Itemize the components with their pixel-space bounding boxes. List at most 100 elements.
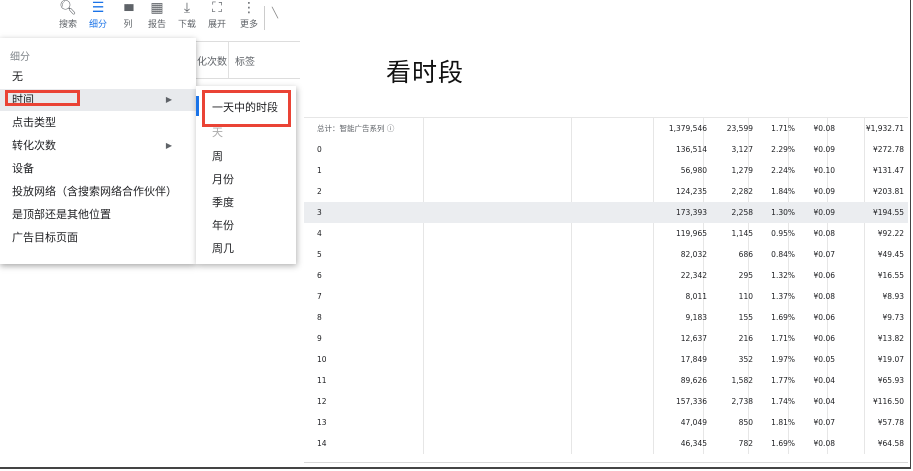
table-row[interactable]: 3 173,393 2,258 1.30% ¥0.09 ¥194.55 — [304, 202, 908, 223]
submenu-item-week[interactable]: 周 — [212, 148, 223, 164]
clicks-cell: 1,582 — [731, 376, 753, 385]
impr-cell: 89,626 — [680, 376, 707, 385]
segment-icon: ☰ — [91, 0, 105, 16]
hour-cell: 12 — [317, 397, 327, 406]
table-row[interactable]: 14 46,345 782 1.69% ¥0.08 ¥64.58 — [304, 433, 908, 454]
chevron-right-icon: ▶ — [165, 141, 172, 150]
ctr-cell: 1.71% — [771, 124, 795, 133]
clicks-cell: 1,145 — [731, 229, 753, 238]
impr-cell: 47,049 — [680, 418, 707, 427]
impr-cell: 173,393 — [675, 208, 707, 217]
submenu-item-year[interactable]: 年份 — [212, 217, 234, 233]
menu-item-top-vs-other[interactable]: 是顶部还是其他位置 — [0, 204, 196, 226]
table-row[interactable]: 10 17,849 352 1.97% ¥0.05 ¥19.07 — [304, 349, 908, 370]
cpc-cell: ¥0.04 — [813, 376, 835, 385]
download-button[interactable]: ⤓ 下载 — [171, 0, 203, 31]
submenu-item-month[interactable]: 月份 — [212, 171, 234, 187]
report-button[interactable]: ▦ 报告 — [141, 0, 173, 31]
clicks-cell: 216 — [738, 334, 753, 343]
hour-cell: 1 — [317, 166, 322, 175]
hour-cell: 14 — [317, 439, 327, 448]
clicks-cell: 850 — [738, 418, 753, 427]
table-row[interactable]: 1 56,980 1,279 2.24% ¥0.10 ¥131.47 — [304, 160, 908, 181]
clicks-cell: 352 — [738, 355, 753, 364]
ctr-cell: 1.30% — [771, 208, 795, 217]
segment-dropdown: 细分 无 时间 ▶ 点击类型 转化次数 ▶ 设备 投放网络（含搜索网络合作伙伴） 是… — [0, 38, 196, 264]
search-label: 搜索 — [58, 20, 77, 30]
table-row[interactable]: 12 157,336 2,738 1.74% ¥0.04 ¥116.50 — [304, 391, 908, 412]
more-icon: ⋮ — [242, 0, 256, 16]
columns-button[interactable]: ▮▮▮ 列 — [112, 0, 144, 31]
impr-cell: 22,342 — [680, 271, 707, 280]
submenu-item-quarter[interactable]: 季度 — [212, 194, 234, 210]
ctr-cell: 1.71% — [771, 334, 795, 343]
table-row[interactable]: 13 47,049 850 1.81% ¥0.07 ¥57.78 — [304, 412, 908, 433]
menu-item-none[interactable]: 无 — [0, 66, 196, 88]
cpc-cell: ¥0.04 — [813, 397, 835, 406]
table-row[interactable]: 6 22,342 295 1.32% ¥0.06 ¥16.55 — [304, 265, 908, 286]
hour-cell: 4 — [317, 229, 322, 238]
chevron-icon[interactable]: ╲ — [272, 8, 278, 19]
menu-item-device[interactable]: 设备 — [0, 158, 196, 180]
clicks-cell: 686 — [738, 250, 753, 259]
cpc-cell: ¥0.06 — [813, 334, 835, 343]
cost-cell: ¥57.78 — [877, 418, 904, 427]
report-icon: ▦ — [150, 0, 164, 16]
cpc-cell: ¥0.09 — [813, 187, 835, 196]
cpc-cell: ¥0.07 — [813, 250, 835, 259]
impr-cell: 56,980 — [680, 166, 707, 175]
table-row[interactable]: 2 124,235 2,282 1.84% ¥0.09 ¥203.81 — [304, 181, 908, 202]
labels-col-header[interactable]: 标签 — [235, 53, 255, 68]
time-highlight-box — [5, 90, 80, 106]
table-row[interactable]: 11 89,626 1,582 1.77% ¥0.04 ¥65.93 — [304, 370, 908, 391]
submenu-item-day-of-week[interactable]: 周几 — [212, 240, 234, 256]
conversions-col-header[interactable]: 化次数 — [197, 53, 227, 68]
cpc-cell: ¥0.06 — [813, 271, 835, 280]
table-row[interactable]: 7 8,011 110 1.37% ¥0.08 ¥8.93 — [304, 286, 908, 307]
table-row[interactable]: 4 119,965 1,145 0.95% ¥0.08 ¥92.22 — [304, 223, 908, 244]
table-row[interactable]: 8 9,183 155 1.69% ¥0.06 ¥9.73 — [304, 307, 908, 328]
menu-item-conversions[interactable]: 转化次数 ▶ — [0, 135, 196, 157]
impr-cell: 136,514 — [675, 145, 707, 154]
cpc-cell: ¥0.09 — [813, 208, 835, 217]
table-row[interactable]: 5 82,032 686 0.84% ¥0.07 ¥49.45 — [304, 244, 908, 265]
ctr-cell: 1.84% — [771, 187, 795, 196]
menu-item-click-type[interactable]: 点击类型 — [0, 112, 196, 134]
search-button[interactable]: 🔍︎ 搜索 — [52, 0, 84, 31]
hour-cell: 8 — [317, 313, 322, 322]
ctr-cell: 0.84% — [771, 250, 795, 259]
col-divider — [228, 42, 229, 78]
total-row[interactable]: 总计：智能广告系列 ⓘ 1,379,546 23,599 1.71% ¥0.08 ¥1,9… — [304, 118, 908, 139]
cost-cell: ¥203.81 — [872, 187, 904, 196]
menu-item-landing-page[interactable]: 广告目标页面 — [0, 227, 196, 249]
table-row[interactable]: 9 12,637 216 1.71% ¥0.06 ¥13.82 — [304, 328, 908, 349]
cost-cell: ¥64.58 — [877, 439, 904, 448]
impr-cell: 82,032 — [680, 250, 707, 259]
hour-cell: 5 — [317, 250, 322, 259]
cost-cell: ¥13.82 — [877, 334, 904, 343]
segment-label: 细分 — [88, 20, 107, 30]
menu-item-label: 设备 — [12, 162, 34, 175]
menu-item-network[interactable]: 投放网络（含搜索网络合作伙伴） — [0, 181, 196, 203]
impr-cell: 9,183 — [685, 313, 707, 322]
ctr-cell: 1.69% — [771, 439, 795, 448]
clicks-cell: 1,279 — [731, 166, 753, 175]
segment-button[interactable]: ☰ 细分 — [82, 0, 114, 31]
columns-icon: ▮▮▮ — [123, 3, 135, 13]
chevron-right-icon: ▶ — [165, 95, 172, 104]
clicks-cell: 2,258 — [731, 208, 753, 217]
total-label: 总计：智能广告系列 ⓘ — [317, 124, 395, 133]
table-row[interactable]: 0 136,514 3,127 2.29% ¥0.09 ¥272.78 — [304, 139, 908, 160]
more-button[interactable]: ⋮ 更多 — [233, 0, 265, 31]
cpc-cell: ¥0.06 — [813, 313, 835, 322]
clicks-cell: 155 — [738, 313, 753, 322]
expand-button[interactable]: ⛶ 展开 — [201, 0, 233, 31]
cost-cell: ¥49.45 — [877, 250, 904, 259]
download-icon: ⤓ — [183, 0, 191, 16]
hour-cell: 11 — [317, 376, 327, 385]
ctr-cell: 1.69% — [771, 313, 795, 322]
clicks-cell: 110 — [738, 292, 753, 301]
ctr-cell: 2.24% — [771, 166, 795, 175]
cost-cell: ¥1,932.71 — [865, 124, 904, 133]
hour-of-day-highlight-box — [202, 90, 291, 127]
